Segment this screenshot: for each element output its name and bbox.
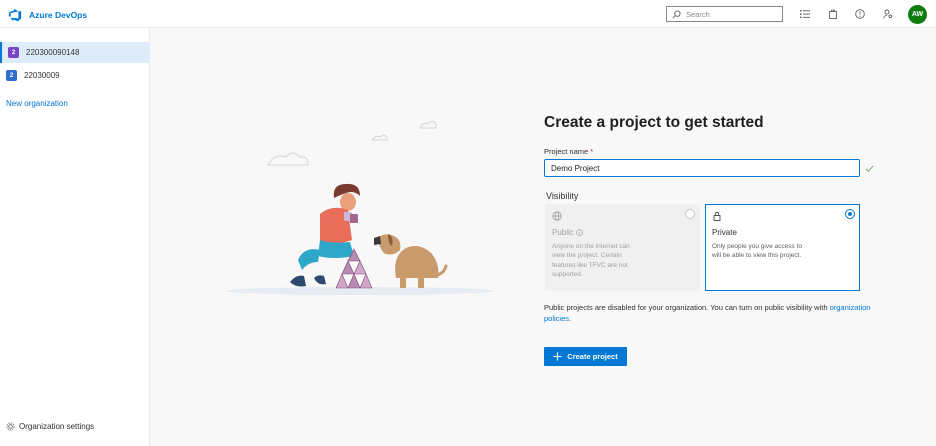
org-badge: 2 (6, 70, 17, 81)
notice-text: Public projects are disabled for your or… (544, 303, 828, 312)
organization-sidebar: 2 220300090148 2 22030009 New organizati… (0, 28, 150, 446)
lock-icon (713, 211, 721, 221)
plus-icon (553, 352, 562, 361)
organization-settings-link[interactable]: Organization settings (6, 422, 94, 431)
public-description: Anyone on the internet can view the proj… (552, 243, 630, 278)
settings-list-icon[interactable] (800, 9, 810, 19)
sidebar-org-item[interactable]: 2 220300090148 (0, 42, 150, 63)
visibility-private-option[interactable]: Private Only people you give access to w… (705, 204, 860, 291)
top-bar: Azure DevOps Search AW (0, 0, 936, 28)
user-settings-icon[interactable] (883, 9, 893, 19)
project-name-input[interactable] (544, 159, 860, 177)
help-icon[interactable] (855, 9, 865, 19)
create-project-button[interactable]: Create project (544, 347, 627, 366)
project-name-label: Project name * (544, 147, 593, 156)
search-icon (672, 9, 681, 18)
user-avatar[interactable]: AW (908, 5, 927, 24)
public-title-row: Public (552, 228, 583, 237)
brand-name: Azure DevOps (29, 10, 88, 20)
private-radio[interactable] (845, 209, 855, 219)
required-marker: * (590, 147, 594, 156)
notice-end: . (569, 314, 572, 323)
org-name: 22030009 (24, 71, 60, 80)
private-title: Private (712, 228, 737, 237)
org-badge: 2 (8, 47, 19, 58)
private-description: Only people you give access to will be a… (712, 243, 802, 260)
visibility-public-option: Public Anyone on the internet can view t… (545, 204, 700, 291)
public-radio (685, 209, 695, 219)
azure-devops-logo-icon (8, 8, 22, 22)
new-organization-link[interactable]: New organization (6, 99, 68, 108)
visibility-label: Visibility (546, 191, 579, 201)
valid-check-icon (865, 165, 874, 173)
project-name-label-text: Project name (544, 147, 589, 156)
private-title-row: Private (712, 228, 737, 237)
brand[interactable]: Azure DevOps (8, 8, 87, 22)
globe-icon (552, 211, 562, 221)
search-placeholder: Search (686, 9, 710, 19)
search-box[interactable]: Search (666, 6, 783, 22)
info-icon (576, 229, 583, 236)
marketplace-bag-icon[interactable] (828, 9, 838, 19)
public-title: Public (552, 228, 574, 237)
public-disabled-notice: Public projects are disabled for your or… (544, 302, 874, 324)
gear-icon (6, 422, 15, 431)
sidebar-org-item[interactable]: 2 22030009 (0, 65, 150, 86)
org-name: 220300090148 (26, 48, 80, 57)
organization-settings-label: Organization settings (19, 422, 95, 431)
page-title: Create a project to get started (544, 114, 764, 131)
card-house-illustration (225, 121, 495, 295)
create-project-label: Create project (567, 352, 618, 361)
